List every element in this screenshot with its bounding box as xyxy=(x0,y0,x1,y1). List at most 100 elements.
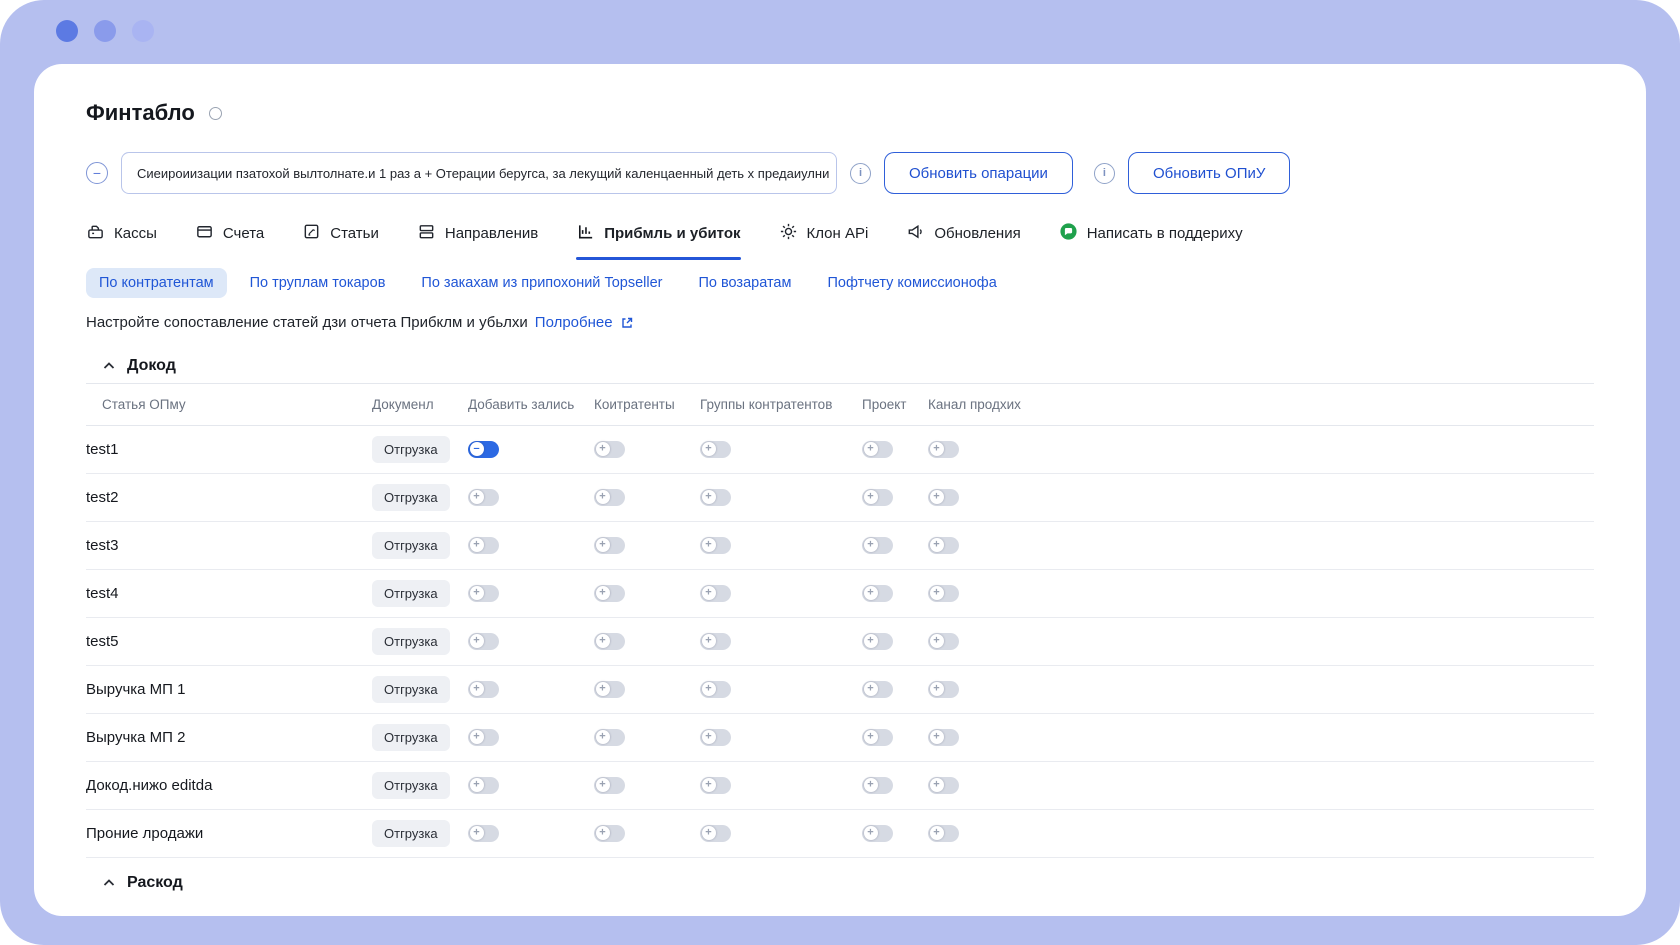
add-record-toggle[interactable]: + xyxy=(468,488,499,506)
counterparty-groups-toggle[interactable]: + xyxy=(700,632,731,650)
sales-channel-toggle[interactable]: + xyxy=(928,680,959,698)
counterparty-groups-toggle[interactable]: + xyxy=(700,440,731,458)
project-toggle[interactable]: + xyxy=(862,488,893,506)
doc-badge: Отгрузка xyxy=(372,820,450,847)
add-record-toggle[interactable]: + xyxy=(468,536,499,554)
section-income-header[interactable]: Докод xyxy=(86,357,1594,375)
counterparties-toggle[interactable]: + xyxy=(594,488,625,506)
add-record-toggle[interactable]: – xyxy=(468,440,499,458)
doc-badge: Отгрузка xyxy=(372,772,450,799)
counterparties-toggle[interactable]: + xyxy=(594,584,625,602)
add-record-toggle[interactable]: + xyxy=(468,824,499,842)
toggle-cell: + xyxy=(928,569,1594,618)
toggle-cell: + xyxy=(862,473,928,522)
project-toggle[interactable]: + xyxy=(862,536,893,554)
toggle-knob: + xyxy=(929,490,944,505)
window-dot-1[interactable] xyxy=(56,20,78,42)
update-opiu-button[interactable]: Обновить ОПиУ xyxy=(1127,152,1291,194)
toggle-knob: + xyxy=(929,778,944,793)
window-dot-3[interactable] xyxy=(132,20,154,42)
add-record-toggle[interactable]: + xyxy=(468,776,499,794)
counterparty-groups-toggle[interactable]: + xyxy=(700,536,731,554)
counterparties-toggle[interactable]: + xyxy=(594,680,625,698)
column-header: Группы контратентов xyxy=(700,383,862,426)
sales-channel-toggle[interactable]: + xyxy=(928,728,959,746)
counterparty-groups-toggle[interactable]: + xyxy=(700,776,731,794)
toggle-knob: + xyxy=(863,490,878,505)
toggle-cell: + xyxy=(700,521,862,570)
subtab-by-commission-report[interactable]: Пофтчету комиссионофа xyxy=(814,268,1009,298)
counterparty-groups-toggle[interactable]: + xyxy=(700,824,731,842)
counterparty-groups-toggle[interactable]: + xyxy=(700,488,731,506)
note-text: Настройте сопоставление статей дзи отчет… xyxy=(86,314,528,331)
counterparties-toggle[interactable]: + xyxy=(594,536,625,554)
banner-notice: Сиеироиизации пзатохой вылтолнате.и 1 ра… xyxy=(121,152,837,194)
section-expense-header[interactable]: Раскод xyxy=(86,874,1594,892)
project-toggle[interactable]: + xyxy=(862,680,893,698)
tab-pribyl-i-ubytok[interactable]: Прибмль и убиток xyxy=(576,222,741,260)
tab-kassy[interactable]: Кассы xyxy=(86,222,157,260)
counterparties-toggle[interactable]: + xyxy=(594,728,625,746)
toggle-knob: + xyxy=(701,682,716,697)
tab-napravleniya[interactable]: Направленив xyxy=(417,222,538,260)
sales-channel-toggle[interactable]: + xyxy=(928,584,959,602)
sales-channel-toggle[interactable]: + xyxy=(928,776,959,794)
toggle-knob: + xyxy=(929,586,944,601)
counterparty-groups-toggle[interactable]: + xyxy=(700,728,731,746)
toggle-cell: + xyxy=(468,617,594,666)
tab-stati[interactable]: Статьи xyxy=(302,222,379,260)
tab-support[interactable]: Написать в поддериху xyxy=(1059,222,1243,260)
add-record-toggle[interactable]: + xyxy=(468,632,499,650)
subtab-by-counterparties[interactable]: По контратентам xyxy=(86,268,227,298)
toggle-cell: + xyxy=(700,809,862,858)
update-operations-button[interactable]: Обновить опарации xyxy=(884,152,1073,194)
subtab-by-returns[interactable]: По возаратам xyxy=(685,268,804,298)
info-icon-operations[interactable]: i xyxy=(850,162,871,184)
sales-channel-toggle[interactable]: + xyxy=(928,632,959,650)
add-record-toggle[interactable]: + xyxy=(468,728,499,746)
counterparties-toggle[interactable]: + xyxy=(594,824,625,842)
project-toggle[interactable]: + xyxy=(862,632,893,650)
sales-channel-toggle[interactable]: + xyxy=(928,536,959,554)
collapse-banner-icon[interactable]: − xyxy=(86,162,108,184)
counterparty-groups-toggle[interactable]: + xyxy=(700,584,731,602)
counterparties-toggle[interactable]: + xyxy=(594,632,625,650)
sales-channel-toggle[interactable]: + xyxy=(928,488,959,506)
toggle-knob: + xyxy=(595,586,610,601)
project-toggle[interactable]: + xyxy=(862,440,893,458)
project-toggle[interactable]: + xyxy=(862,728,893,746)
tab-scheta[interactable]: Счета xyxy=(195,222,264,260)
window-dot-2[interactable] xyxy=(94,20,116,42)
title-row: Финтабло xyxy=(86,100,1594,126)
counterparties-toggle[interactable]: + xyxy=(594,776,625,794)
toggle-knob: + xyxy=(863,634,878,649)
tab-klon-api[interactable]: Клон APi xyxy=(779,222,868,260)
toggle-cell: + xyxy=(928,473,1594,522)
tab-obnovleniya[interactable]: Обновления xyxy=(906,222,1021,260)
toggle-cell: + xyxy=(928,521,1594,570)
subtab-by-product-groups[interactable]: По труплам токаров xyxy=(237,268,399,298)
counterparty-groups-toggle[interactable]: + xyxy=(700,680,731,698)
toggle-knob: + xyxy=(701,730,716,745)
toggle-cell: + xyxy=(862,665,928,714)
banner-row: − Сиеироиизации пзатохой вылтолнате.и 1 … xyxy=(86,152,1594,194)
toggle-knob: + xyxy=(929,442,944,457)
toggle-cell: + xyxy=(862,761,928,810)
table-row: test2 Отгрузка + + + + + xyxy=(86,473,1594,522)
project-toggle[interactable]: + xyxy=(862,824,893,842)
add-record-toggle[interactable]: + xyxy=(468,680,499,698)
sales-channel-toggle[interactable]: + xyxy=(928,440,959,458)
chevron-up-icon xyxy=(103,362,115,369)
counterparties-toggle[interactable]: + xyxy=(594,440,625,458)
toggle-cell: + xyxy=(594,521,700,570)
more-link[interactable]: Полробнее xyxy=(535,314,613,331)
project-toggle[interactable]: + xyxy=(862,776,893,794)
chevron-up-icon xyxy=(103,879,115,886)
sales-channel-toggle[interactable]: + xyxy=(928,824,959,842)
add-record-toggle[interactable]: + xyxy=(468,584,499,602)
project-toggle[interactable]: + xyxy=(862,584,893,602)
toggle-cell: + xyxy=(928,425,1594,474)
info-icon-opiu[interactable]: i xyxy=(1093,162,1115,184)
subtab-by-topseller-orders[interactable]: По закахам из припохоний Topseller xyxy=(408,268,675,298)
toggle-cell: + xyxy=(468,569,594,618)
